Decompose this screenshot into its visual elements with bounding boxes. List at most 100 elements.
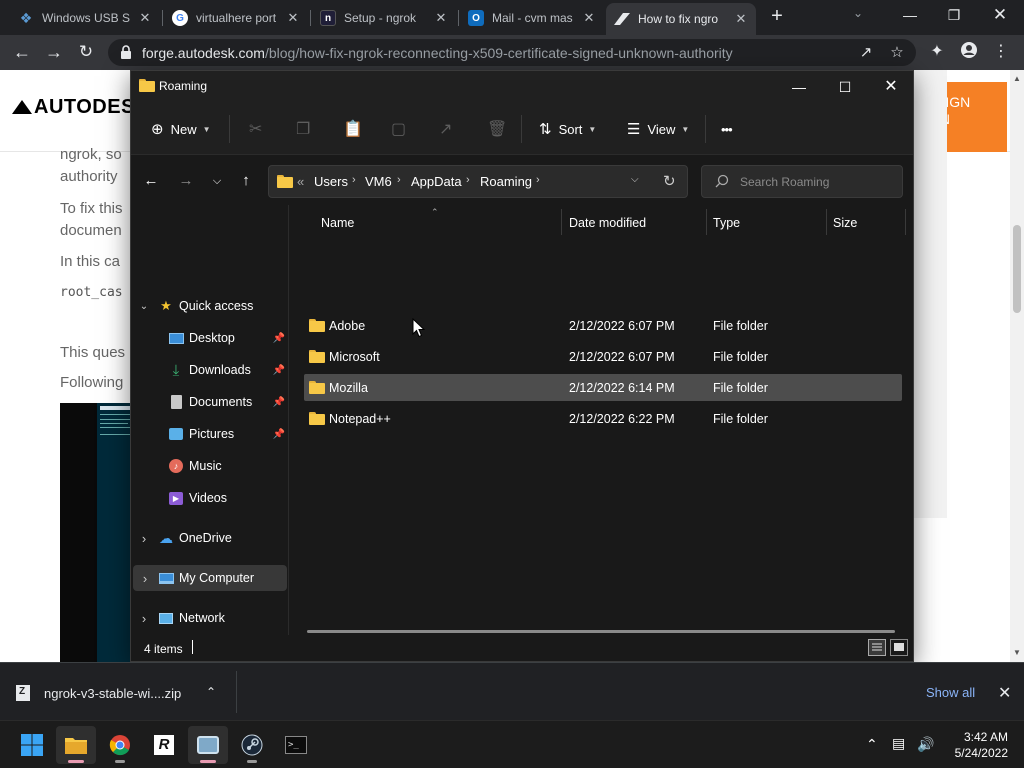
rename-icon[interactable]: ▢	[391, 119, 406, 139]
share-icon[interactable]: ↗	[439, 119, 452, 139]
forward-arrow-icon[interactable]: →	[175, 170, 197, 192]
chevron-right-icon[interactable]: ›	[131, 531, 157, 546]
chevron-right-icon[interactable]: ›	[133, 571, 157, 586]
chevron-right-icon[interactable]: ›	[352, 174, 356, 186]
close-window-icon[interactable]: ✕	[980, 4, 1020, 28]
show-hidden-icons-icon[interactable]: ⌃	[866, 736, 878, 753]
delete-icon[interactable]: 🗑	[487, 119, 507, 139]
chevron-right-icon[interactable]: ›	[397, 174, 401, 186]
nav-my-computer[interactable]: › My Computer	[133, 565, 287, 591]
nav-videos[interactable]: ▶ Videos	[131, 485, 287, 511]
back-arrow-icon[interactable]: ←	[140, 170, 162, 192]
chevron-down-icon[interactable]: ⌄	[131, 301, 157, 312]
tab-close-icon[interactable]: ✕	[138, 10, 152, 26]
tab-setup-ngrok[interactable]: n Setup - ngrok ✕	[312, 4, 456, 32]
explorer-address-bar[interactable]: « Users › VM6 › AppData › Roaming › ⌵ ↻	[268, 165, 688, 198]
autodesk-logo[interactable]: AUTODES	[12, 96, 135, 119]
nav-downloads[interactable]: ⤓ Downloads 📌	[131, 357, 287, 383]
reload-icon[interactable]: ↻	[73, 40, 99, 66]
network-status-icon[interactable]: ▤	[892, 735, 905, 752]
details-view-icon[interactable]	[868, 639, 886, 656]
explorer-titlebar[interactable]: Roaming — ☐ ✕	[131, 71, 913, 103]
breadcrumb-appdata[interactable]: AppData	[411, 174, 462, 189]
taskbar-app-r[interactable]: R	[144, 726, 184, 764]
recent-locations-icon[interactable]: ⌵	[206, 170, 228, 192]
breadcrumb-users[interactable]: Users	[314, 174, 348, 189]
taskbar-virtualhere[interactable]	[188, 726, 228, 764]
tab-windows-usb[interactable]: ❖ Windows USB S ✕	[10, 4, 160, 32]
chevron-right-icon[interactable]: ›	[466, 174, 470, 186]
column-header-type[interactable]: Type	[713, 205, 740, 243]
chevron-up-icon[interactable]: ⌃	[206, 685, 216, 699]
show-all-button[interactable]: Show all	[926, 685, 975, 700]
refresh-icon[interactable]: ↻	[663, 172, 676, 190]
tab-close-icon[interactable]: ✕	[734, 11, 748, 27]
start-button[interactable]	[12, 726, 52, 764]
profile-avatar-icon[interactable]	[958, 41, 980, 63]
file-row-microsoft[interactable]: Microsoft 2/12/2022 6:07 PM File folder	[304, 343, 902, 370]
nav-network[interactable]: › Network	[131, 605, 287, 631]
minimize-icon[interactable]: —	[890, 4, 930, 28]
chevron-right-icon[interactable]: ›	[536, 174, 540, 186]
chevron-down-icon[interactable]: ⌵	[631, 174, 639, 185]
new-button[interactable]: ⊕ New ▼	[151, 119, 211, 139]
breadcrumb-vm6[interactable]: VM6	[365, 174, 392, 189]
nav-documents[interactable]: Documents 📌	[131, 389, 287, 415]
sort-button[interactable]: ⇅ Sort ▼	[539, 119, 596, 139]
new-tab-button[interactable]: +	[766, 6, 788, 28]
nav-desktop[interactable]: Desktop 📌	[131, 325, 287, 351]
tab-mail[interactable]: O Mail - cvm mas ✕	[460, 4, 604, 32]
column-header-name[interactable]: Name	[321, 205, 354, 243]
copy-icon[interactable]: ❐	[296, 119, 310, 139]
column-header-date[interactable]: Date modified	[569, 205, 646, 243]
tab-how-to-fix-ngrok[interactable]: How to fix ngro ✕	[606, 3, 756, 35]
paste-icon[interactable]: 📋	[343, 119, 363, 139]
taskbar-file-explorer[interactable]	[56, 726, 96, 764]
file-row-adobe[interactable]: Adobe 2/12/2022 6:07 PM File folder	[304, 312, 902, 339]
column-header-size[interactable]: Size	[833, 205, 857, 243]
up-arrow-icon[interactable]: ↑	[235, 170, 257, 192]
close-download-bar-icon[interactable]: ✕	[998, 683, 1011, 703]
google-icon: G	[172, 10, 188, 26]
taskbar-chrome[interactable]	[100, 726, 140, 764]
chevron-right-icon[interactable]: ›	[131, 611, 157, 626]
view-button[interactable]: ☰ View ▼	[627, 119, 689, 139]
tab-close-icon[interactable]: ✕	[434, 10, 448, 26]
taskbar-steam[interactable]	[232, 726, 272, 764]
download-item[interactable]: ngrok-v3-stable-wi....zip	[16, 683, 181, 703]
scrollbar-thumb[interactable]	[1013, 225, 1021, 313]
file-row-mozilla[interactable]: Mozilla 2/12/2022 6:14 PM File folder	[304, 374, 902, 401]
tab-search-icon[interactable]: ⌄	[853, 6, 863, 20]
horizontal-scrollbar[interactable]	[307, 630, 895, 633]
cut-icon[interactable]: ✂	[249, 119, 262, 139]
tiles-view-icon[interactable]	[890, 639, 908, 656]
search-input[interactable]	[740, 173, 890, 191]
bookmark-star-icon[interactable]: ☆	[888, 44, 906, 62]
more-options-icon[interactable]: •••	[721, 119, 733, 139]
close-icon[interactable]: ✕	[871, 75, 911, 99]
taskbar-terminal[interactable]: >_	[276, 726, 316, 764]
search-box[interactable]	[701, 165, 903, 198]
pin-icon: 📌	[272, 364, 285, 376]
file-row-notepad-plus-plus[interactable]: Notepad++ 2/12/2022 6:22 PM File folder	[304, 405, 902, 432]
forward-arrow-icon[interactable]: →	[41, 40, 67, 66]
nav-music[interactable]: ♪ Music	[131, 453, 287, 479]
breadcrumb-roaming[interactable]: Roaming	[480, 174, 532, 189]
maximize-icon[interactable]: ☐	[825, 75, 865, 99]
share-icon[interactable]: ↗	[857, 44, 875, 62]
nav-onedrive[interactable]: › ☁ OneDrive	[131, 525, 287, 551]
tab-close-icon[interactable]: ✕	[286, 10, 300, 26]
nav-quick-access[interactable]: ⌄ ★ Quick access	[131, 293, 287, 319]
restore-icon[interactable]: ❐	[934, 4, 974, 28]
back-arrow-icon[interactable]: ←	[9, 40, 35, 66]
address-bar[interactable]: forge.autodesk.com/blog/how-fix-ngrok-re…	[108, 39, 916, 66]
breadcrumb-overflow[interactable]: «	[297, 174, 304, 189]
system-clock[interactable]: 3:42 AM 5/24/2022	[930, 729, 1008, 761]
page-scrollbar[interactable]: ▲ ▼	[1010, 70, 1024, 662]
chrome-menu-icon[interactable]: ⋮	[990, 41, 1012, 63]
tab-close-icon[interactable]: ✕	[582, 10, 596, 26]
extensions-puzzle-icon[interactable]: ✦	[926, 41, 948, 63]
nav-pictures[interactable]: Pictures 📌	[131, 421, 287, 447]
minimize-icon[interactable]: —	[779, 75, 819, 99]
tab-virtualhere[interactable]: G virtualhere port ✕	[164, 4, 308, 32]
